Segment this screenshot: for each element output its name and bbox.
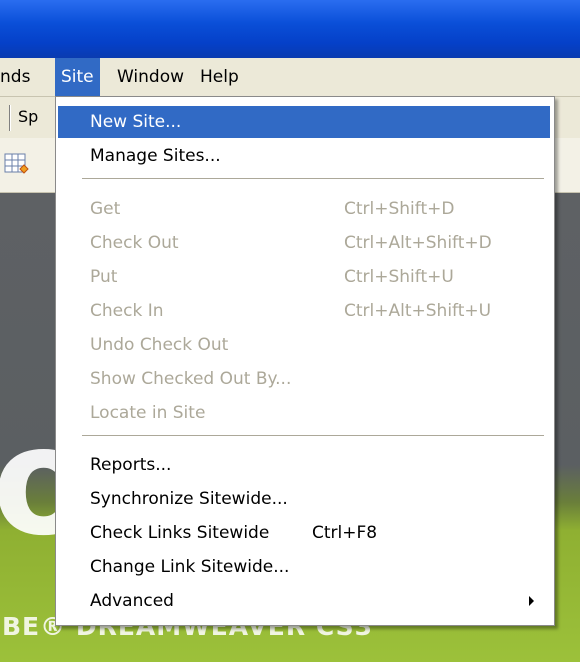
menu-site[interactable]: Site xyxy=(55,58,100,96)
menu-item-show-checked-out-by: Show Checked Out By... xyxy=(58,363,550,395)
menu-item-label: Locate in Site xyxy=(90,403,206,423)
menu-item-label: Put xyxy=(90,267,118,287)
menu-item-check-in: Check In Ctrl+Alt+Shift+U xyxy=(58,295,550,327)
menu-item-label: Check Links Sitewide xyxy=(90,523,270,543)
menu-item-synchronize-sitewide[interactable]: Synchronize Sitewide... xyxy=(58,483,550,515)
menu-item-change-link-sitewide[interactable]: Change Link Sitewide... xyxy=(58,551,550,583)
toolbar-partial-label[interactable]: Sp xyxy=(18,107,38,126)
menu-item-label: New Site... xyxy=(90,112,182,132)
menu-item-advanced[interactable]: Advanced xyxy=(58,585,550,617)
menu-item-label: Change Link Sitewide... xyxy=(90,557,290,577)
menu-item-reports[interactable]: Reports... xyxy=(58,449,550,481)
menu-commands[interactable]: nds xyxy=(0,58,36,96)
menu-item-label: Undo Check Out xyxy=(90,335,229,355)
menu-item-shortcut: Ctrl+Alt+Shift+D xyxy=(344,233,492,253)
menu-item-shortcut: Ctrl+F8 xyxy=(312,523,378,543)
menu-item-label: Synchronize Sitewide... xyxy=(90,489,288,509)
menu-item-check-out: Check Out Ctrl+Alt+Shift+D xyxy=(58,227,550,259)
menu-item-locate-in-site: Locate in Site xyxy=(58,397,550,429)
menu-window[interactable]: Window xyxy=(111,58,190,96)
menu-item-label: Reports... xyxy=(90,455,172,475)
menu-item-label: Check Out xyxy=(90,233,179,253)
menu-item-check-links-sitewide[interactable]: Check Links Sitewide Ctrl+F8 xyxy=(58,517,550,549)
menu-item-shortcut: Ctrl+Shift+U xyxy=(344,267,454,287)
toolbar-separator xyxy=(9,105,11,131)
menu-item-label: Manage Sites... xyxy=(90,146,221,166)
menu-item-new-site[interactable]: New Site... xyxy=(58,106,550,138)
menu-help[interactable]: Help xyxy=(194,58,245,96)
menu-item-get: Get Ctrl+Shift+D xyxy=(58,193,550,225)
menu-divider xyxy=(82,178,544,180)
menu-item-shortcut: Ctrl+Alt+Shift+U xyxy=(344,301,492,321)
menu-divider xyxy=(82,435,544,437)
site-menu-dropdown: New Site... Manage Sites... Get Ctrl+Shi… xyxy=(55,96,555,626)
menu-item-put: Put Ctrl+Shift+U xyxy=(58,261,550,293)
menu-item-label: Advanced xyxy=(90,591,174,611)
menu-item-label: Get xyxy=(90,199,121,219)
submenu-arrow-icon xyxy=(529,596,534,606)
menu-item-manage-sites[interactable]: Manage Sites... xyxy=(58,140,550,172)
menu-item-label: Show Checked Out By... xyxy=(90,369,292,389)
window-title-bar xyxy=(0,0,580,58)
menu-bar: nds Site Window Help xyxy=(0,58,580,97)
menu-item-undo-check-out: Undo Check Out xyxy=(58,329,550,361)
menu-item-shortcut: Ctrl+Shift+D xyxy=(344,199,455,219)
table-insert-icon[interactable] xyxy=(4,152,30,178)
menu-item-label: Check In xyxy=(90,301,164,321)
